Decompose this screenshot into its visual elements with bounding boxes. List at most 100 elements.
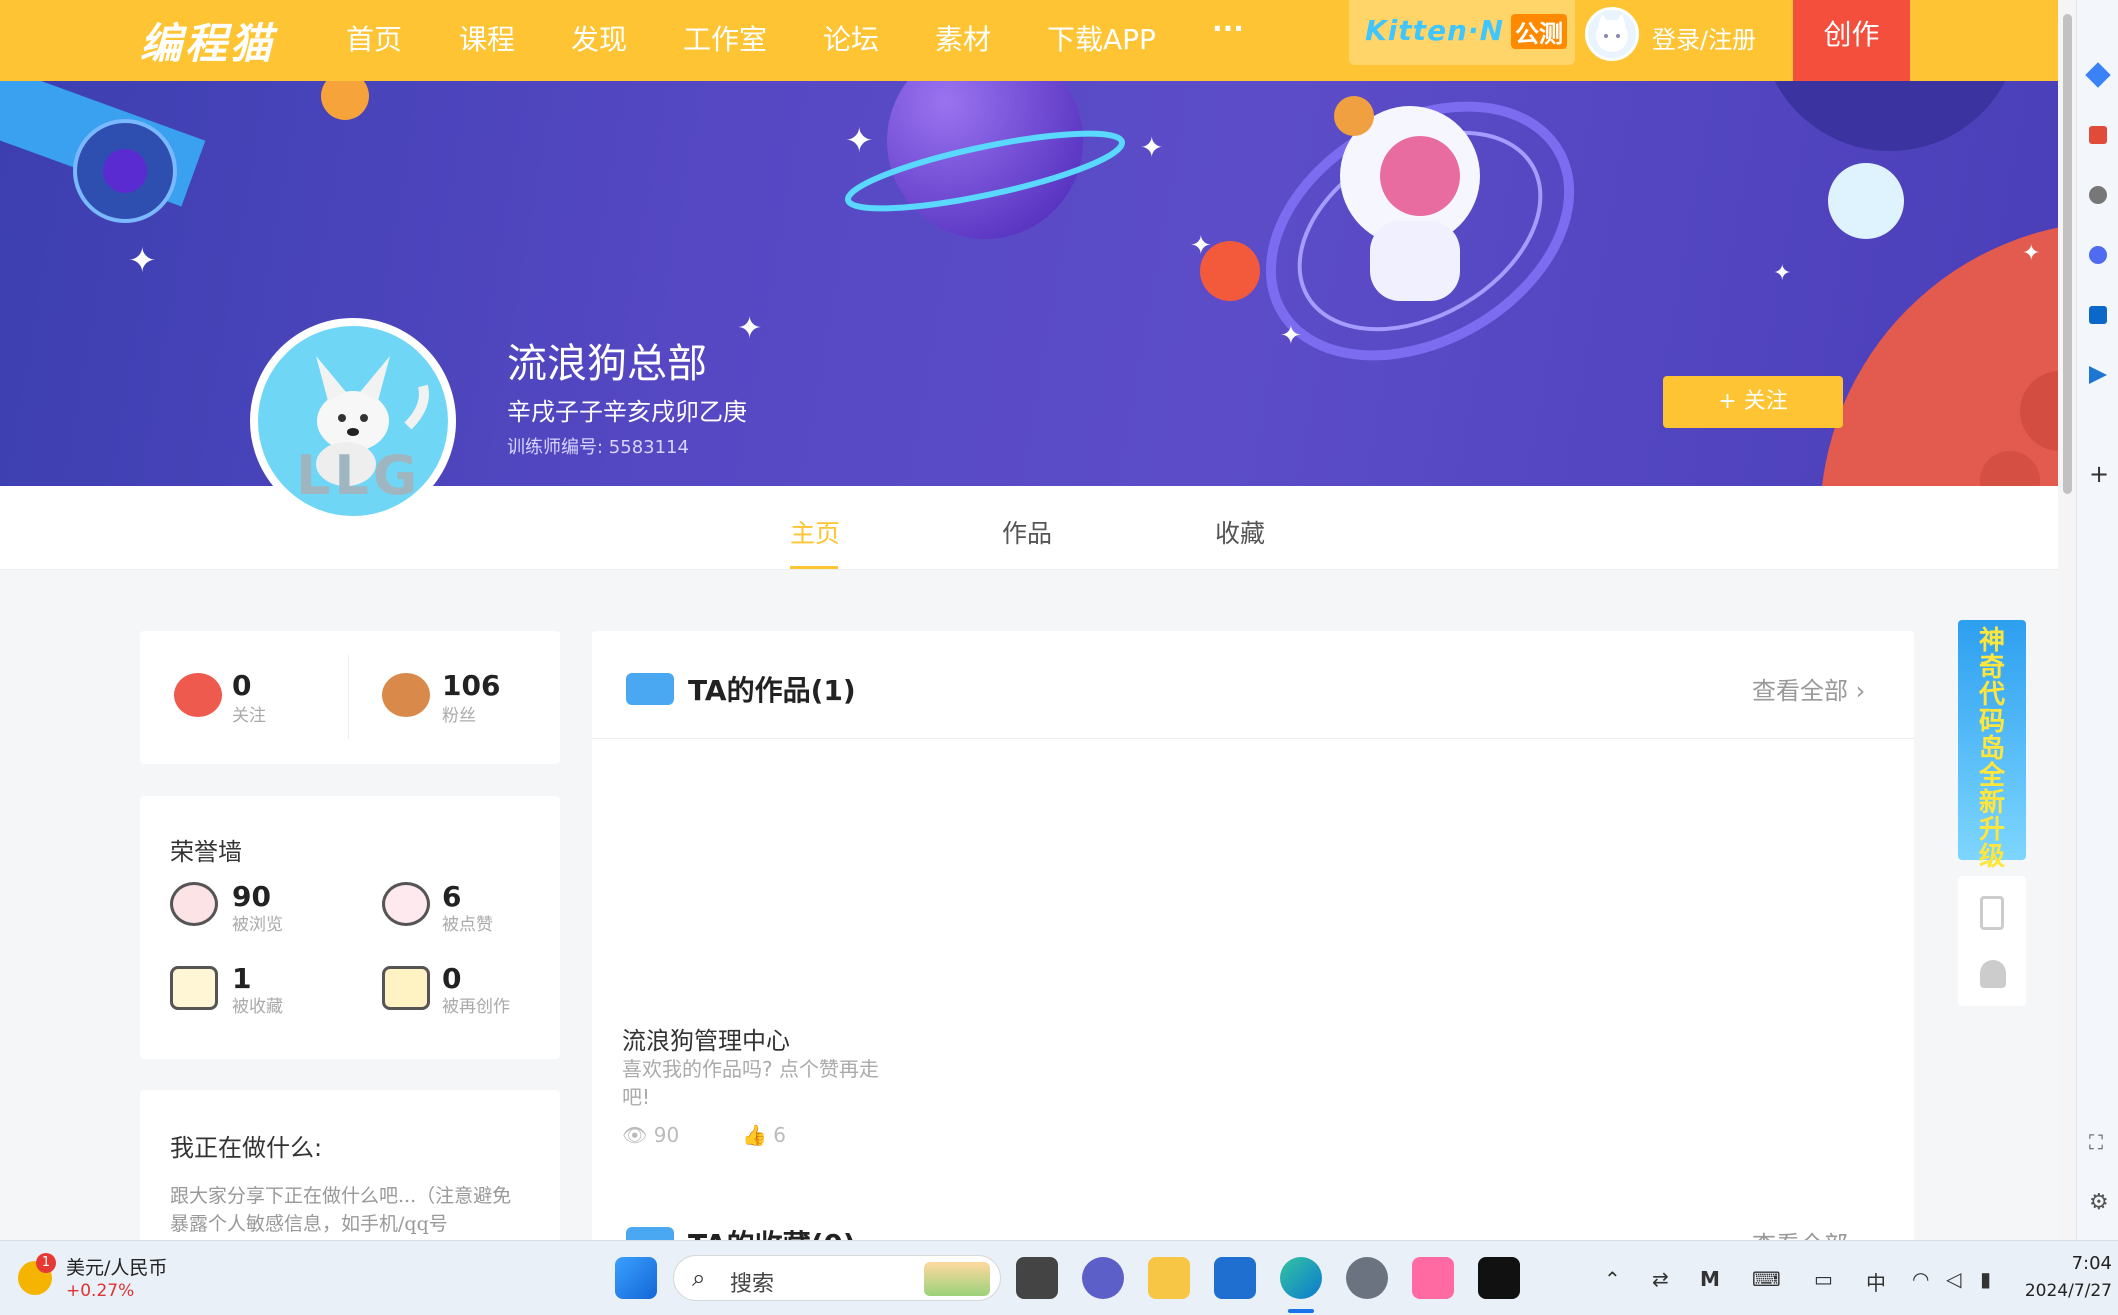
login-avatar-icon[interactable] [1585,7,1639,61]
teams-icon[interactable] [1082,1257,1124,1299]
sidebar-toolbox-icon[interactable] [2089,126,2107,144]
works-header: TA的作品(1) 查看全部 › [592,631,1914,739]
sidebar-settings-icon[interactable]: ⚙ [2089,1190,2109,1215]
volume-icon[interactable]: ◁ [1946,1267,1961,1291]
sidebar-copilot-icon[interactable] [2089,246,2107,264]
kitten-n-label: Kitten·N [1365,14,1505,47]
sidebar-diamond-icon[interactable] [2085,62,2111,88]
taskbar-search[interactable]: ⌕ 搜索 [673,1255,1001,1301]
scrollbar-thumb[interactable] [2063,14,2072,494]
follow-button[interactable]: + 关注 [1663,376,1843,428]
nav-more[interactable]: ··· [1212,12,1244,45]
sidebar-add-icon[interactable]: + [2089,460,2109,488]
star-icon: ✦ [845,121,874,161]
bilibili-icon[interactable] [1412,1257,1454,1299]
create-button[interactable]: 创作 [1793,0,1910,81]
star-icon: ✦ [1773,261,1792,286]
sidebar-outlook-icon[interactable] [2089,306,2107,324]
page-scrollbar[interactable] [2058,0,2076,1240]
trainer-id: 训练师编号: 5583114 [507,437,689,458]
works-view-all-link[interactable]: 查看全部 › [1752,671,1865,706]
tablet-icon[interactable] [1980,896,2004,930]
tray-keyboard-icon[interactable]: ⌨ [1752,1267,1781,1291]
following-icon [174,673,222,717]
thumbs-up-icon: 👍 [742,1123,767,1147]
star-icon: ✦ [2022,241,2041,266]
windows-start-icon[interactable] [615,1257,657,1299]
works-card: TA的作品(1) 查看全部 › 流浪狗管理中心 喜欢我的作品吗? 点个赞再走吧!… [592,631,1914,1240]
qq-penguin-icon[interactable] [1980,960,2006,988]
task-view-icon[interactable] [1016,1257,1058,1299]
star-icon: ✦ [1140,131,1164,164]
notification-badge: 1 [36,1253,56,1273]
tab-works[interactable]: 作品 [1002,514,1052,550]
tiktok-icon[interactable] [1478,1257,1520,1299]
stock-name[interactable]: 美元/人民币 [66,1253,167,1280]
edge-browser-icon[interactable] [1280,1257,1322,1299]
work-likes-count: 6 [773,1123,786,1147]
work-description: 喜欢我的作品吗? 点个赞再走吧! [622,1057,879,1109]
ime-indicator[interactable]: 中 [1866,1267,1886,1296]
collected-count: 1 [232,962,252,995]
status-input[interactable]: 跟大家分享下正在做什么吧...（注意避免暴露个人敏感信息，如手机/qq号 [170,1182,530,1238]
battery-icon[interactable]: ▮ [1980,1267,1991,1291]
star-icon: ✦ [737,311,763,346]
remix-count: 0 [442,962,462,995]
login-register-link[interactable]: 登录/注册 [1652,20,1756,55]
nav-materials[interactable]: 素材 [935,18,991,58]
eye-icon: 👁 [622,1123,648,1147]
tray-window-icon[interactable]: ▭ [1814,1267,1833,1291]
collected-label: 被收藏 [232,997,283,1017]
cat-face-icon [1596,14,1628,52]
nav-discover[interactable]: 发现 [571,18,627,58]
active-tab-indicator [790,566,838,569]
tray-switch-icon[interactable]: ⇄ [1652,1267,1669,1291]
tray-expand-icon[interactable]: ⌃ [1604,1267,1621,1291]
following-count[interactable]: 0 [232,669,251,702]
tab-home[interactable]: 主页 [790,514,840,550]
works-title: TA的作品(1) [688,674,856,707]
wifi-icon[interactable]: ◠ [1912,1267,1929,1291]
site-logo[interactable]: 编程猫 [140,10,275,71]
code-island-text: 神奇代码岛全新升级 [1978,626,2005,872]
nav-studio[interactable]: 工作室 [683,18,767,58]
honor-wall-title: 荣誉墙 [170,838,242,866]
nav-home[interactable]: 首页 [346,18,402,58]
clock-time[interactable]: 7:04 [2032,1253,2112,1274]
likes-count: 6 [442,880,462,913]
following-label[interactable]: 关注 [232,701,266,726]
sidebar-send-icon[interactable] [2089,366,2107,384]
work-views: 👁 90 [622,1123,679,1147]
remix-label: 被再创作 [442,997,510,1017]
profile-signature: 辛戌子子辛亥戌卯乙庚 [507,398,747,426]
nav-download-app[interactable]: 下载APP [1047,18,1156,58]
stats-divider [348,655,349,739]
likes-label: 被点赞 [442,915,493,935]
nav-forum[interactable]: 论坛 [823,18,879,58]
fans-count[interactable]: 106 [442,669,500,702]
work-likes: 👍 6 [742,1123,786,1147]
nav-courses[interactable]: 课程 [459,18,515,58]
settings-gear-icon[interactable] [1346,1257,1388,1299]
work-views-count: 90 [653,1123,680,1147]
file-explorer-icon[interactable] [1148,1257,1190,1299]
clock-date[interactable]: 2024/7/27 [2000,1281,2112,1301]
tray-mail-icon[interactable]: M [1700,1267,1720,1291]
search-placeholder: 搜索 [730,1272,775,1297]
status-title: 我正在做什么: [170,1134,323,1162]
tab-favorites[interactable]: 收藏 [1215,514,1265,550]
fans-icon [382,673,430,717]
star-icon: ✦ [1190,231,1212,261]
thumbs-up-icon [382,882,430,926]
microsoft-store-icon[interactable] [1214,1257,1256,1299]
code-island-banner[interactable]: 神奇代码岛全新升级 [1958,620,2026,871]
fans-label[interactable]: 粉丝 [442,701,476,726]
sidebar-person-icon[interactable] [2089,186,2107,204]
sidebar-screenshot-icon[interactable]: ⛶ [2089,1130,2103,1154]
work-title[interactable]: 流浪狗管理中心 [622,1021,790,1056]
favorites-title: TA的收藏(0) [688,1223,856,1240]
search-highlight-icon [924,1262,990,1296]
profile-name: 流浪狗总部 [507,341,707,387]
favorites-view-all-link[interactable]: 查看全部 › [1752,1225,1865,1240]
kitten-n-button[interactable]: Kitten·N 公测 [1349,0,1575,65]
